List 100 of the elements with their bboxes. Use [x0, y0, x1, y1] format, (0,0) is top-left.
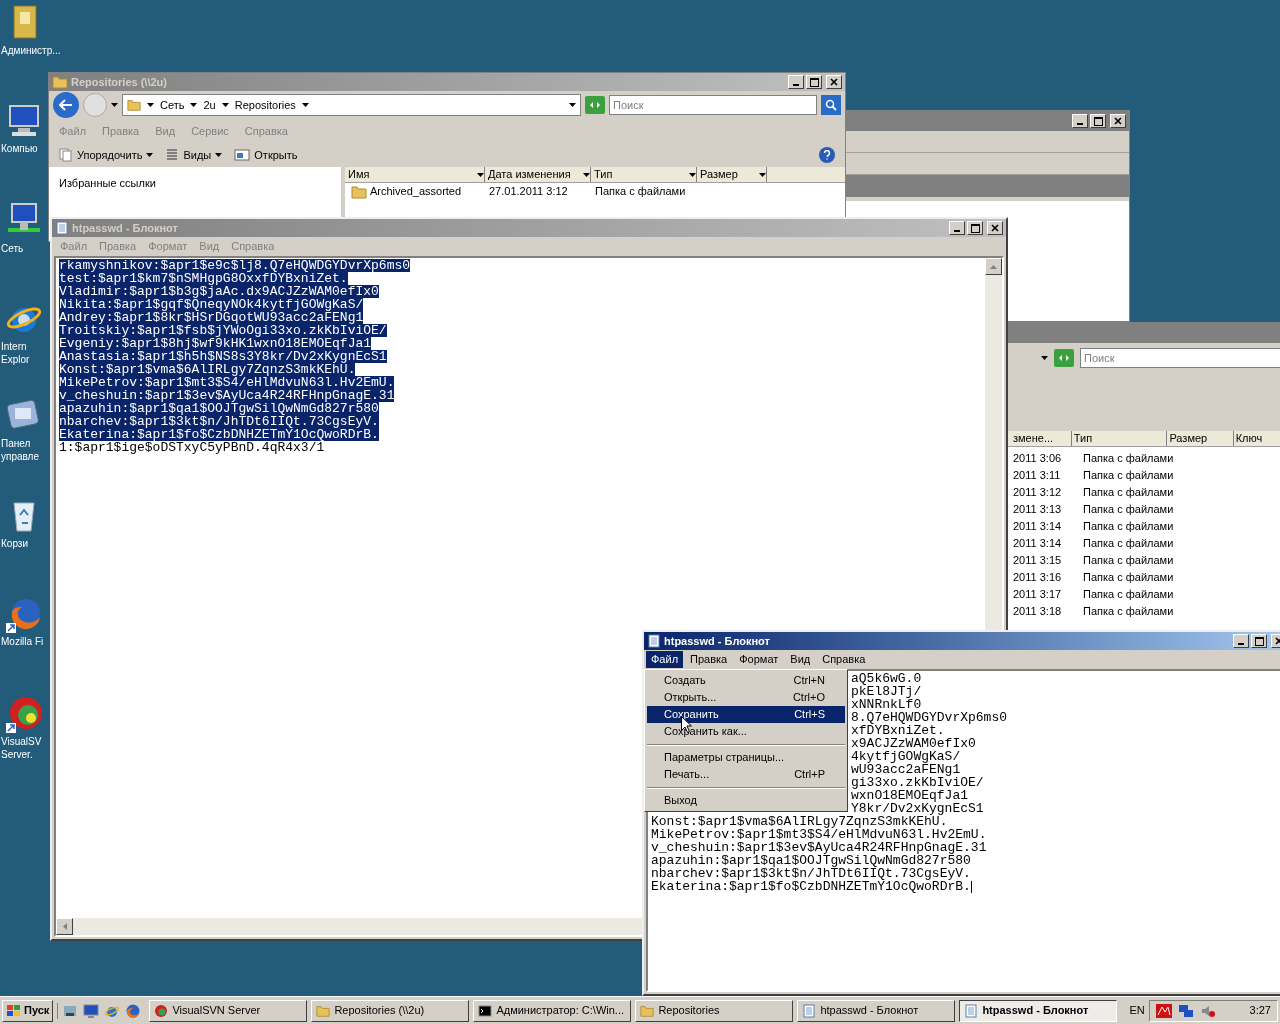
column-header[interactable]: Имя [345, 167, 485, 182]
table-cell-text: 2011 3:06 [1013, 451, 1063, 467]
breadcrumb-item[interactable]: Сеть [160, 96, 185, 114]
taskbar-button[interactable]: VisualSVN Server [149, 999, 308, 1022]
icon-label: Администр... [1, 44, 61, 57]
taskbar-button[interactable]: htpasswd - Блокнот [959, 999, 1118, 1022]
table-cell-text: Папка с файлами [1083, 485, 1174, 501]
search-field[interactable]: Поиск [1080, 348, 1280, 368]
taskbar-button[interactable]: Repositories [635, 999, 794, 1022]
column-header[interactable]: Тип [591, 167, 697, 182]
menu-option[interactable]: Сохранить Ctrl+S [647, 706, 845, 723]
table-cell-text: 2011 3:17 [1013, 587, 1063, 603]
text-caret [970, 880, 972, 893]
maximize-button[interactable] [806, 75, 822, 89]
text-line: gi33xo.zkKbIviOE/ [851, 776, 984, 789]
minimize-button[interactable] [949, 221, 965, 235]
toolbar-button[interactable]: Виды [165, 146, 223, 164]
table-cell-text: 2011 3:14 [1013, 536, 1063, 552]
text-line: aQ5k6wG.0 [851, 672, 922, 685]
help-button[interactable] [819, 147, 835, 163]
notepad-icon [964, 1003, 979, 1018]
taskbar-button[interactable]: htpasswd - Блокнот [797, 999, 956, 1022]
window-icon [234, 148, 251, 162]
window-title: htpasswd - Блокнот [664, 633, 770, 649]
close-button[interactable] [826, 75, 842, 89]
language-indicator[interactable]: EN [1129, 1002, 1145, 1019]
maximize-button[interactable] [967, 221, 983, 235]
text-line: Y8kr/Dv2xKygnEcS1 [851, 802, 984, 815]
dropdown-arrow-icon [759, 172, 766, 177]
refresh-button[interactable] [1054, 349, 1074, 367]
windows-logo-icon [6, 1003, 22, 1018]
toolbar-button[interactable]: Открыть [234, 146, 298, 164]
column-header[interactable]: Тип [1071, 431, 1168, 446]
text-line: MikePetrov:$apr1$mt3$S4/eHlMdvuN63l.Hv2EmU. [651, 828, 987, 841]
close-button[interactable] [1110, 114, 1126, 128]
text-line: xfDYBxniZet. [851, 724, 945, 737]
start-button[interactable]: Пуск [2, 999, 54, 1022]
taskbar-button[interactable]: Администратор: C:\Win... [473, 999, 632, 1022]
column-header[interactable]: змене... [1011, 431, 1072, 446]
table-cell-text: 2011 3:13 [1013, 502, 1063, 518]
close-button[interactable] [987, 221, 1003, 235]
maximize-button[interactable] [1090, 114, 1106, 128]
dropdown-arrow-icon [1041, 356, 1048, 360]
text-line: apazuhin:$apr1$qa1$OOJTgwSilQwNmGd827r580 [651, 854, 971, 867]
folder-icon [52, 74, 68, 90]
menu-option[interactable]: Открыть... Ctrl+O [647, 689, 845, 706]
menu-item[interactable]: Правка [685, 651, 733, 668]
table-cell-text: Папка с файлами [1083, 553, 1174, 569]
scroll-left-button[interactable] [56, 918, 73, 935]
toolbar-button[interactable]: Упорядочить [59, 146, 154, 164]
firefox-icon[interactable] [125, 1002, 142, 1019]
menu-option[interactable]: Сохранить как... [647, 723, 845, 740]
text-line: 1:$apr1$ige$oDSTxyC5yPBnD.4qR4x3/1 [59, 441, 325, 454]
table-cell-text: 2011 3:15 [1013, 553, 1063, 569]
maximize-icon [1093, 116, 1103, 126]
notepad-icon [55, 221, 69, 235]
up-arrow-icon [990, 264, 997, 269]
column-header[interactable]: Размер [697, 167, 767, 182]
menu-option[interactable]: Параметры страницы... [647, 749, 845, 766]
text-line: pkEl8JTj/ [851, 685, 922, 698]
minimize-button[interactable] [1233, 634, 1249, 648]
taskbar-button[interactable]: Repositories (\\2u) [311, 999, 470, 1022]
network-tray-icon[interactable] [1177, 1002, 1194, 1019]
search-field[interactable]: Поиск [609, 95, 817, 115]
menu-option[interactable]: Выход [647, 792, 845, 809]
text-line: Konst:$apr1$vma$6AlIRLgy7ZqnzS3mkKEhU. [651, 815, 948, 828]
breadcrumb-item[interactable]: 2u [203, 96, 216, 114]
menu-item[interactable]: Файл [646, 651, 684, 668]
dropdown-arrow-icon [689, 172, 696, 177]
menu-item[interactable]: Формат [734, 651, 784, 668]
breadcrumb-item[interactable]: Repositories [234, 96, 296, 114]
scroll-up-button[interactable] [985, 258, 1002, 275]
icon-label: Компью [1, 142, 38, 155]
column-header[interactable]: Ключ [1233, 431, 1280, 446]
minimize-button[interactable] [1072, 114, 1088, 128]
menu-option[interactable]: Печать... Ctrl+P [647, 766, 845, 783]
address-bar[interactable]: Сеть 2u Repositories [122, 94, 581, 116]
maximize-icon [970, 223, 980, 233]
dropdown-arrow-icon [215, 153, 223, 157]
maximize-icon [1254, 636, 1264, 646]
refresh-button[interactable] [585, 96, 605, 114]
table-cell-text: 2011 3:14 [1013, 519, 1063, 535]
back-button[interactable] [53, 92, 79, 118]
search-button[interactable] [821, 95, 841, 115]
menu-item[interactable]: Вид [785, 651, 816, 668]
dropdown-arrow-icon [569, 103, 576, 107]
icon-label: Сеть [1, 242, 24, 255]
table-cell-text: 2011 3:16 [1013, 570, 1063, 586]
icon-label: Server. [1, 748, 33, 761]
column-header[interactable]: Дата изменения [485, 167, 591, 182]
chevron-icon [190, 103, 198, 107]
text-line: 8.Q7eHQWDGYDvrXp6ms0 [851, 711, 1008, 724]
column-header[interactable]: Размер [1167, 431, 1234, 446]
icon-label: Intern [1, 340, 27, 353]
menu-item[interactable]: Справка [817, 651, 871, 668]
maximize-button[interactable] [1251, 634, 1267, 648]
monitor-icon[interactable] [83, 1002, 100, 1019]
minimize-button[interactable] [788, 75, 804, 89]
tray-app-icon[interactable] [1155, 1003, 1172, 1018]
menu-option[interactable]: Создать Ctrl+N [647, 672, 845, 689]
